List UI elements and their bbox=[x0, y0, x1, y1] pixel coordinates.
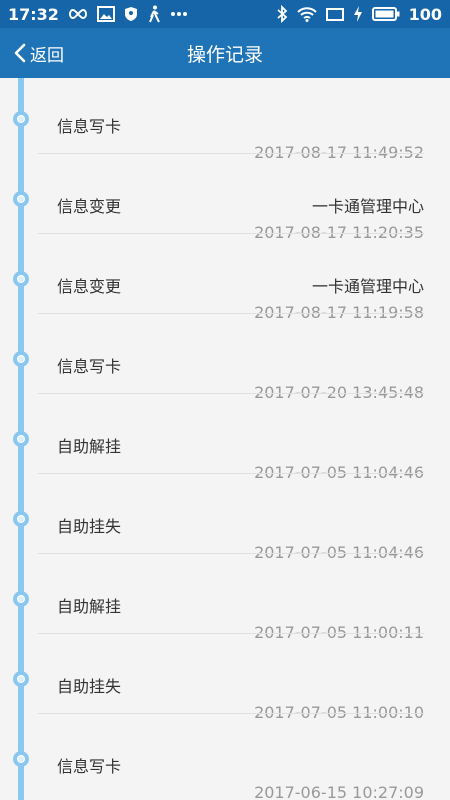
walk-icon bbox=[147, 5, 161, 23]
battery-level: 100 bbox=[408, 4, 442, 24]
record-action: 信息写卡 bbox=[57, 757, 122, 776]
record-action: 信息写卡 bbox=[57, 357, 122, 376]
more-icon bbox=[170, 11, 188, 17]
timeline-dot-icon bbox=[13, 351, 29, 367]
page-title: 操作记录 bbox=[186, 43, 263, 66]
record-item[interactable]: 信息变更 一卡通管理中心 2017-08-17 11:20:35 bbox=[0, 153, 450, 242]
record-action: 自助挂失 bbox=[57, 517, 122, 536]
record-action: 信息变更 bbox=[57, 277, 122, 296]
timeline-dot-icon bbox=[13, 671, 29, 687]
record-time: 2017-06-15 10:27:09 bbox=[254, 783, 424, 800]
timeline-dot-icon bbox=[13, 111, 29, 127]
chevron-left-icon bbox=[14, 43, 26, 63]
charging-icon bbox=[353, 6, 363, 22]
record-item[interactable]: 信息写卡 2017-08-17 11:49:52 bbox=[0, 78, 450, 162]
record-action: 信息变更 bbox=[57, 197, 122, 216]
app-bar: 返回 操作记录 bbox=[0, 28, 450, 78]
record-org: 一卡通管理中心 bbox=[311, 197, 424, 216]
record-item[interactable]: 自助挂失 2017-07-05 11:04:46 bbox=[0, 473, 450, 562]
bluetooth-icon bbox=[276, 5, 288, 23]
record-org: 一卡通管理中心 bbox=[311, 277, 424, 296]
back-label: 返回 bbox=[30, 45, 64, 66]
timeline-dot-icon bbox=[13, 591, 29, 607]
window-icon bbox=[325, 7, 344, 21]
battery-icon bbox=[371, 7, 400, 21]
record-action: 自助解挂 bbox=[57, 437, 122, 456]
record-action: 自助挂失 bbox=[57, 677, 122, 696]
timeline-dot-icon bbox=[13, 191, 29, 207]
status-bar: 17:32 100 bbox=[0, 0, 450, 28]
record-timeline[interactable]: 信息写卡 2017-08-17 11:49:52 信息变更 一卡通管理中心 2017-0… bbox=[0, 78, 450, 800]
timeline-dot-icon bbox=[13, 751, 29, 767]
timeline-dot-icon bbox=[13, 511, 29, 527]
record-item[interactable]: 信息变更 一卡通管理中心 2017-08-17 11:19:58 bbox=[0, 233, 450, 322]
timeline-dot-icon bbox=[13, 271, 29, 287]
record-action: 自助解挂 bbox=[57, 597, 122, 616]
status-time: 17:32 bbox=[8, 4, 59, 24]
shield-icon bbox=[124, 6, 138, 22]
record-item[interactable]: 信息写卡 2017-06-15 10:27:09 bbox=[0, 713, 450, 800]
record-item[interactable]: 自助解挂 2017-07-05 11:00:11 bbox=[0, 553, 450, 642]
back-button[interactable]: 返回 bbox=[14, 28, 64, 78]
wifi-icon bbox=[296, 6, 317, 22]
image-icon bbox=[96, 6, 115, 22]
record-item[interactable]: 自助挂失 2017-07-05 11:00:10 bbox=[0, 633, 450, 722]
record-action: 信息写卡 bbox=[57, 117, 122, 136]
timeline-dot-icon bbox=[13, 431, 29, 447]
record-item[interactable]: 自助解挂 2017-07-05 11:04:46 bbox=[0, 393, 450, 482]
infinity-icon bbox=[68, 8, 88, 20]
record-item[interactable]: 信息写卡 2017-07-20 13:45:48 bbox=[0, 313, 450, 402]
